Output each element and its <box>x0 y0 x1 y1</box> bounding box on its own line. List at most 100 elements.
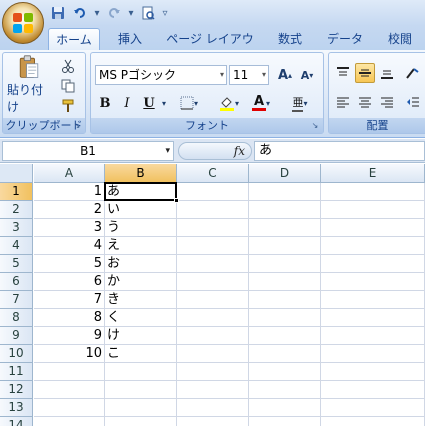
cell-e7[interactable] <box>321 291 425 309</box>
cell-c8[interactable] <box>177 309 249 327</box>
row-header-12[interactable]: 12 <box>0 381 33 399</box>
font-launcher-icon[interactable]: ↘ <box>310 121 320 131</box>
cell-a10[interactable]: 10 <box>34 345 105 363</box>
cell-b1[interactable]: あ <box>105 183 177 201</box>
cell-e10[interactable] <box>321 345 425 363</box>
select-all-button[interactable] <box>0 164 33 183</box>
tab-insert[interactable]: 挿入 <box>108 28 152 50</box>
tab-data[interactable]: データ <box>320 28 370 50</box>
cell-c5[interactable] <box>177 255 249 273</box>
font-size-combo[interactable]: 11 ▾ <box>229 65 269 85</box>
cell-a12[interactable] <box>34 381 105 399</box>
save-icon[interactable] <box>48 3 68 23</box>
office-button[interactable] <box>2 2 44 44</box>
row-header-11[interactable]: 11 <box>0 363 33 381</box>
cell-c14[interactable] <box>177 417 249 426</box>
cell-a9[interactable]: 9 <box>34 327 105 345</box>
undo-icon[interactable] <box>70 3 90 23</box>
tab-formulas[interactable]: 数式 <box>266 28 314 50</box>
cell-d2[interactable] <box>249 201 321 219</box>
cell-c2[interactable] <box>177 201 249 219</box>
cell-d8[interactable] <box>249 309 321 327</box>
cell-d6[interactable] <box>249 273 321 291</box>
cell-a13[interactable] <box>34 399 105 417</box>
cell-e8[interactable] <box>321 309 425 327</box>
cell-d14[interactable] <box>249 417 321 426</box>
cell-a7[interactable]: 7 <box>34 291 105 309</box>
cell-a1[interactable]: 1 <box>34 183 105 201</box>
cell-c11[interactable] <box>177 363 249 381</box>
grow-font-button[interactable]: A ▴ <box>275 65 295 85</box>
cell-b12[interactable] <box>105 381 177 399</box>
cell-d12[interactable] <box>249 381 321 399</box>
cell-e11[interactable] <box>321 363 425 381</box>
align-left-icon[interactable] <box>333 93 353 113</box>
cell-c6[interactable] <box>177 273 249 291</box>
tab-home[interactable]: ホーム <box>48 28 100 50</box>
cell-e6[interactable] <box>321 273 425 291</box>
cell-c4[interactable] <box>177 237 249 255</box>
underline-dropdown-icon[interactable]: ▾ <box>159 93 169 113</box>
column-header-c[interactable]: C <box>177 164 249 183</box>
cell-e9[interactable] <box>321 327 425 345</box>
tab-review[interactable]: 校閲 <box>376 28 424 50</box>
fill-color-button[interactable]: ▾ <box>215 93 243 113</box>
customize-qat-icon[interactable]: ▿ <box>160 8 170 19</box>
cell-e12[interactable] <box>321 381 425 399</box>
row-header-10[interactable]: 10 <box>0 345 33 363</box>
cell-b6[interactable]: か <box>105 273 177 291</box>
row-header-13[interactable]: 13 <box>0 399 33 417</box>
align-right-icon[interactable] <box>377 93 397 113</box>
font-size-dropdown-icon[interactable]: ▾ <box>262 66 266 84</box>
cell-b11[interactable] <box>105 363 177 381</box>
column-header-d[interactable]: D <box>249 164 321 183</box>
cell-c3[interactable] <box>177 219 249 237</box>
worksheet-grid[interactable]: A B C D E 1 1 あ 2 2 い 3 3 う 4 4 え 5 5 お 6 6 か 7 7 き 8 8 く 9 9 け 10 10 こ 11 1… <box>0 164 425 426</box>
bold-button[interactable]: B <box>95 93 115 113</box>
cell-b5[interactable]: お <box>105 255 177 273</box>
orientation-icon[interactable] <box>403 63 423 83</box>
row-header-5[interactable]: 5 <box>0 255 33 273</box>
cell-e4[interactable] <box>321 237 425 255</box>
cell-d13[interactable] <box>249 399 321 417</box>
cell-e1[interactable] <box>321 183 425 201</box>
undo-dropdown-icon[interactable]: ▾ <box>92 8 102 19</box>
row-header-1[interactable]: 1 <box>0 183 33 201</box>
column-header-b[interactable]: B <box>105 164 177 183</box>
copy-icon[interactable] <box>57 77 79 95</box>
cell-b13[interactable] <box>105 399 177 417</box>
row-header-4[interactable]: 4 <box>0 237 33 255</box>
cell-e13[interactable] <box>321 399 425 417</box>
italic-button[interactable]: I <box>117 93 137 113</box>
cell-c10[interactable] <box>177 345 249 363</box>
insert-function-icon[interactable]: fx <box>234 143 245 159</box>
phonetic-guide-button[interactable]: 亜 ▾ <box>285 93 315 113</box>
cell-e2[interactable] <box>321 201 425 219</box>
cell-b3[interactable]: う <box>105 219 177 237</box>
name-box[interactable]: B1 ▾ <box>2 141 174 161</box>
cell-a6[interactable]: 6 <box>34 273 105 291</box>
cell-a8[interactable]: 8 <box>34 309 105 327</box>
cell-b9[interactable]: け <box>105 327 177 345</box>
cell-d9[interactable] <box>249 327 321 345</box>
underline-button[interactable]: U <box>139 93 159 113</box>
cell-c1[interactable] <box>177 183 249 201</box>
row-header-9[interactable]: 9 <box>0 327 33 345</box>
cell-b2[interactable]: い <box>105 201 177 219</box>
cell-a5[interactable]: 5 <box>34 255 105 273</box>
borders-button[interactable]: ▾ <box>177 93 201 113</box>
column-header-e[interactable]: E <box>321 164 425 183</box>
cell-d10[interactable] <box>249 345 321 363</box>
formula-input[interactable]: あ <box>254 141 425 161</box>
cell-e5[interactable] <box>321 255 425 273</box>
cell-e3[interactable] <box>321 219 425 237</box>
clipboard-launcher-icon[interactable]: ↘ <box>72 121 82 131</box>
cell-c9[interactable] <box>177 327 249 345</box>
cell-b7[interactable]: き <box>105 291 177 309</box>
align-center-icon[interactable] <box>355 93 375 113</box>
tab-page-layout[interactable]: ページ レイアウト <box>162 28 258 68</box>
top-align-icon[interactable] <box>333 63 353 83</box>
bottom-align-icon[interactable] <box>377 63 397 83</box>
cell-c7[interactable] <box>177 291 249 309</box>
cell-d3[interactable] <box>249 219 321 237</box>
